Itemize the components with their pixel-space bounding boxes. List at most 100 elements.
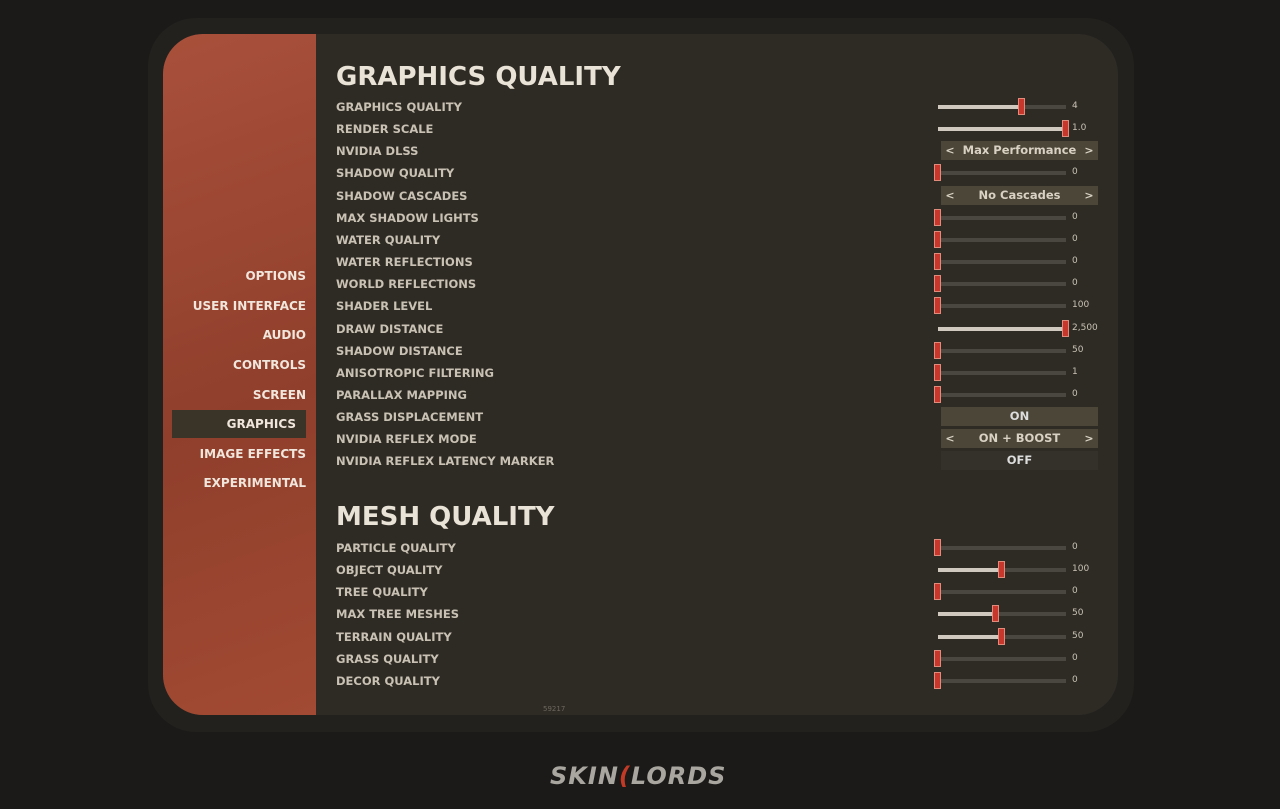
sidebar-item-graphics[interactable]: GRAPHICS [172, 410, 306, 438]
slider-value: 0 [1072, 388, 1078, 399]
setting-label: WATER REFLECTIONS [336, 255, 473, 270]
setting-slider[interactable] [934, 164, 1066, 182]
sidebar-item-screen[interactable]: SCREEN [166, 381, 306, 409]
setting-slider[interactable] [934, 297, 1066, 315]
setting-row: MAX SHADOW LIGHTS 0 [336, 207, 1106, 229]
setting-row: DECOR QUALITY 0 [336, 670, 1106, 692]
setting-slider[interactable] [938, 319, 1069, 337]
setting-label: SHADOW CASCADES [336, 188, 468, 203]
slider-value: 0 [1072, 542, 1078, 552]
slider-value: 0 [1072, 256, 1078, 267]
slider-fill [938, 326, 1066, 331]
sidebar-item-image-effects[interactable]: IMAGE EFFECTS [166, 440, 306, 468]
slider-fill [938, 105, 1023, 109]
setting-slider[interactable] [934, 671, 1066, 689]
setting-slider[interactable] [934, 341, 1066, 359]
slider-handle[interactable] [934, 230, 941, 248]
slider-handle[interactable] [934, 297, 941, 315]
setting-label: GRASS DISPLACEMENT [336, 410, 484, 425]
setting-slider[interactable] [938, 120, 1069, 138]
setting-slider[interactable] [938, 98, 1066, 115]
setting-label: PARTICLE QUALITY [336, 541, 456, 555]
sidebar-item-experimental[interactable]: EXPERIMENTAL [166, 469, 306, 497]
sidebar-item-audio[interactable]: AUDIO [166, 321, 306, 349]
setting-row: SHADOW CASCADES < No Cascades > [336, 185, 1106, 207]
setting-slider[interactable] [938, 605, 1066, 623]
setting-label: GRASS QUALITY [336, 651, 439, 666]
slider-fill [938, 612, 996, 617]
slider-handle[interactable] [934, 385, 941, 403]
setting-slider[interactable] [934, 275, 1066, 293]
previous-option-button[interactable]: < [941, 429, 959, 448]
setting-slider[interactable] [934, 208, 1066, 226]
sidebar-item-options[interactable]: OPTIONS [166, 262, 306, 290]
slider-handle[interactable] [991, 605, 999, 623]
setting-row: GRASS QUALITY 0 [336, 648, 1106, 670]
graphics-settings: GRAPHICS QUALITY GRAPHICS QUALITY 4 RENDER … [336, 34, 1118, 715]
setting-slider[interactable] [934, 253, 1066, 271]
setting-slider[interactable] [938, 627, 1066, 645]
setting-label: NVIDIA REFLEX MODE [336, 432, 477, 447]
setting-label: NVIDIA REFLEX LATENCY MARKER [336, 454, 555, 469]
slider-handle[interactable] [934, 208, 941, 226]
previous-option-button[interactable]: < [941, 141, 959, 160]
slider-handle[interactable] [934, 649, 941, 667]
slider-value: 50 [1072, 630, 1084, 641]
slider-value: 0 [1072, 233, 1078, 244]
setting-label: SHADOW DISTANCE [336, 343, 463, 358]
slider-handle[interactable] [1018, 98, 1026, 115]
setting-slider[interactable] [934, 385, 1066, 403]
slider-handle[interactable] [934, 275, 941, 293]
setting-slider[interactable] [938, 561, 1066, 579]
slider-handle[interactable] [934, 671, 941, 689]
slider-handle[interactable] [1062, 120, 1069, 138]
slider-handle[interactable] [934, 164, 941, 182]
skinlords-watermark-logo: SKIN(LORDS [550, 762, 727, 790]
section-title: GRAPHICS QUALITY [336, 62, 621, 92]
slider-handle[interactable] [998, 627, 1005, 645]
setting-label: MAX SHADOW LIGHTS [336, 210, 479, 225]
next-option-button[interactable]: > [1080, 186, 1098, 205]
setting-slider[interactable] [934, 649, 1066, 667]
slider-handle[interactable] [934, 341, 941, 359]
slider-handle[interactable] [998, 561, 1005, 579]
setting-slider[interactable] [934, 230, 1066, 248]
next-option-button[interactable]: > [1080, 141, 1098, 160]
setting-label: SHADER LEVEL [336, 299, 433, 314]
slider-handle[interactable] [934, 253, 941, 271]
version-label: 59217 [543, 705, 566, 713]
setting-label: OBJECT QUALITY [336, 563, 443, 578]
slider-value: 2,500 [1072, 322, 1098, 333]
slider-handle[interactable] [934, 583, 941, 601]
slider-handle[interactable] [1062, 319, 1069, 337]
setting-label: PARALLAX MAPPING [336, 387, 467, 402]
selected-value: ON + BOOST [978, 431, 1061, 446]
slider-value: 0 [1072, 278, 1078, 289]
slider-value: 100 [1072, 300, 1090, 311]
setting-label: RENDER SCALE [336, 122, 434, 137]
setting-slider[interactable] [934, 363, 1066, 381]
setting-label: ANISOTROPIC FILTERING [336, 365, 494, 380]
sidebar-item-controls[interactable]: CONTROLS [166, 351, 306, 379]
previous-option-button[interactable]: < [941, 186, 959, 205]
setting-label: WORLD REFLECTIONS [336, 277, 477, 292]
setting-slider[interactable] [934, 539, 1066, 556]
setting-row: GRAPHICS QUALITY 4 [336, 96, 1106, 118]
setting-row: PARALLAX MAPPING 0 [336, 384, 1106, 406]
selected-value: Max Performance [962, 143, 1077, 158]
setting-slider[interactable] [934, 583, 1066, 601]
setting-row: WORLD REFLECTIONS 0 [336, 273, 1106, 295]
sidebar-item-user-interface[interactable]: USER INTERFACE [166, 292, 306, 320]
setting-toggle[interactable]: OFF [941, 451, 1098, 471]
setting-label: NVIDIA DLSS [336, 144, 419, 159]
next-option-button[interactable]: > [1080, 429, 1098, 448]
slider-value: 4 [1072, 101, 1078, 111]
slider-handle[interactable] [934, 539, 941, 556]
slider-handle[interactable] [934, 363, 941, 381]
setting-row: NVIDIA REFLEX MODE < ON + BOOST > [336, 428, 1106, 450]
setting-row: SHADOW DISTANCE 50 [336, 340, 1106, 362]
setting-row: MAX TREE MESHES 50 [336, 603, 1106, 625]
setting-toggle[interactable]: ON [941, 407, 1098, 427]
setting-selector: < Max Performance > [941, 141, 1098, 161]
slider-value: 50 [1072, 608, 1084, 619]
